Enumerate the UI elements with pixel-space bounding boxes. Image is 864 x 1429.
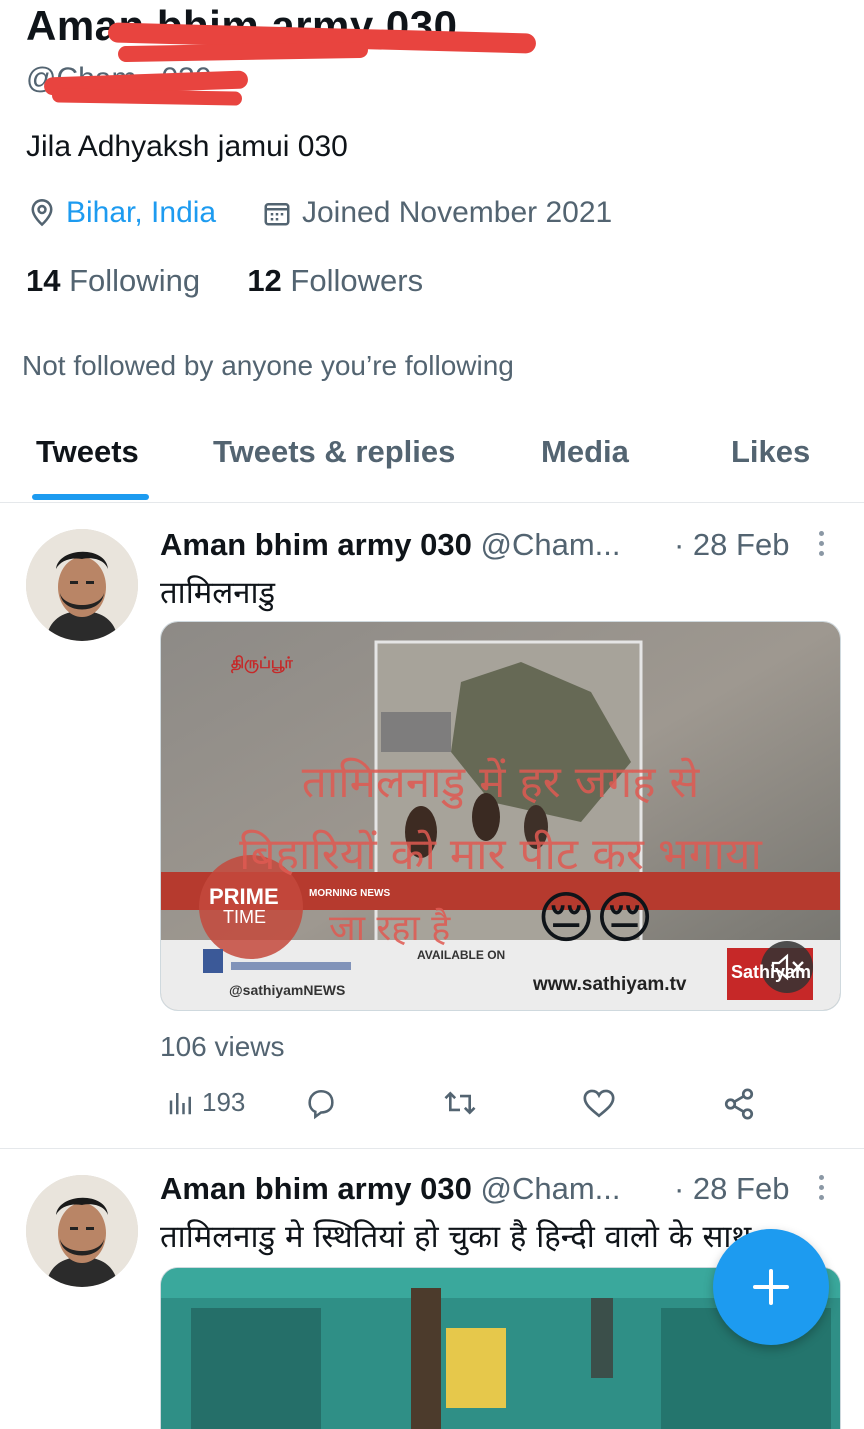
video-location-tag: திருப்பூர் bbox=[231, 655, 293, 672]
tab-tweets-replies[interactable]: Tweets & replies bbox=[213, 434, 455, 470]
calendar-icon bbox=[264, 203, 290, 226]
available-on-label: AVAILABLE ON bbox=[417, 948, 506, 962]
followers-link[interactable]: 12 Followers bbox=[247, 263, 423, 298]
like-button[interactable] bbox=[582, 1087, 616, 1119]
heart-icon bbox=[583, 1089, 615, 1118]
site-url: www.sathiyam.tv bbox=[533, 974, 687, 995]
tweet-date[interactable]: · 28 Feb bbox=[674, 527, 789, 563]
avatar[interactable] bbox=[26, 1175, 138, 1287]
time-label: TIME bbox=[223, 907, 266, 927]
profile-location: Bihar, India bbox=[28, 196, 216, 230]
tab-likes[interactable]: Likes bbox=[731, 434, 810, 470]
location-text[interactable]: Bihar, India bbox=[66, 196, 216, 230]
video-caption-line1: तामिलनाडु में हर जगह से bbox=[301, 757, 700, 808]
tab-tweets[interactable]: Tweets bbox=[36, 434, 139, 470]
profile-bio: Jila Adhyaksh jamui 030 bbox=[26, 130, 348, 163]
tab-media[interactable]: Media bbox=[541, 434, 629, 470]
tweet-handle[interactable]: @Cham... bbox=[480, 527, 620, 562]
analytics-button[interactable]: 193 bbox=[166, 1087, 245, 1118]
tweet-actions: 193 bbox=[160, 1087, 800, 1127]
plus-icon bbox=[753, 1269, 789, 1305]
share-button[interactable] bbox=[722, 1087, 756, 1121]
tweet-author[interactable]: Aman bhim army 030 bbox=[160, 527, 472, 562]
tweet-header: Aman bhim army 030 @Cham... bbox=[160, 527, 620, 563]
redaction-mark bbox=[51, 88, 243, 106]
tweet-text: तामिलनाडु मे स्थितियां हो चुका है हिन्दी… bbox=[160, 1219, 752, 1255]
video-caption-line2: बिहारियों को मार पीट कर भगाया bbox=[239, 829, 762, 880]
tweet-date[interactable]: · 28 Feb bbox=[674, 1171, 789, 1207]
morning-news-label: MORNING NEWS bbox=[309, 888, 391, 899]
joined-text: Joined November 2021 bbox=[302, 196, 613, 229]
tweet-item[interactable]: Aman bhim army 030 @Cham... · 28 Feb ताम… bbox=[0, 503, 864, 1148]
tweet-header: Aman bhim army 030 @Cham... bbox=[160, 1171, 620, 1207]
video-caption-line3: जा रहा है bbox=[329, 908, 451, 949]
share-icon bbox=[724, 1088, 754, 1120]
follow-counts: 14 Following 12 Followers bbox=[26, 263, 423, 299]
more-options-icon[interactable] bbox=[814, 531, 828, 561]
speaker-muted-icon[interactable] bbox=[765, 952, 809, 982]
profile-joined: Joined November 2021 bbox=[262, 196, 612, 230]
view-count: 106 views bbox=[160, 1031, 285, 1062]
tweet-author[interactable]: Aman bhim army 030 bbox=[160, 1171, 472, 1206]
active-tab-indicator bbox=[32, 494, 149, 500]
tweet-video[interactable]: திருப்பூர் तामिलनाडु में हर जगह से बिहार… bbox=[160, 621, 841, 1011]
profile-tabs: Tweets Tweets & replies Media Likes bbox=[0, 420, 864, 503]
tweet-handle[interactable]: @Cham... bbox=[480, 1171, 620, 1206]
reply-button[interactable] bbox=[304, 1087, 338, 1121]
compose-tweet-button[interactable] bbox=[713, 1229, 829, 1345]
retweet-icon bbox=[444, 1091, 476, 1115]
analytics-count: 193 bbox=[202, 1087, 246, 1117]
avatar[interactable] bbox=[26, 529, 138, 641]
video-emoji: 😔😔 bbox=[537, 886, 654, 949]
bar-chart-icon bbox=[169, 1092, 191, 1114]
retweet-button[interactable] bbox=[442, 1087, 478, 1119]
tweet-text: तामिलनाडु bbox=[160, 575, 276, 611]
more-options-icon[interactable] bbox=[814, 1175, 828, 1205]
not-followed-note: Not followed by anyone you’re following bbox=[22, 350, 514, 381]
reply-bubble-icon bbox=[308, 1089, 334, 1120]
social-handle: @sathiyamNEWS bbox=[229, 982, 346, 998]
location-pin-icon bbox=[31, 199, 53, 227]
redaction-mark bbox=[117, 41, 369, 63]
following-link[interactable]: 14 Following bbox=[26, 263, 200, 298]
